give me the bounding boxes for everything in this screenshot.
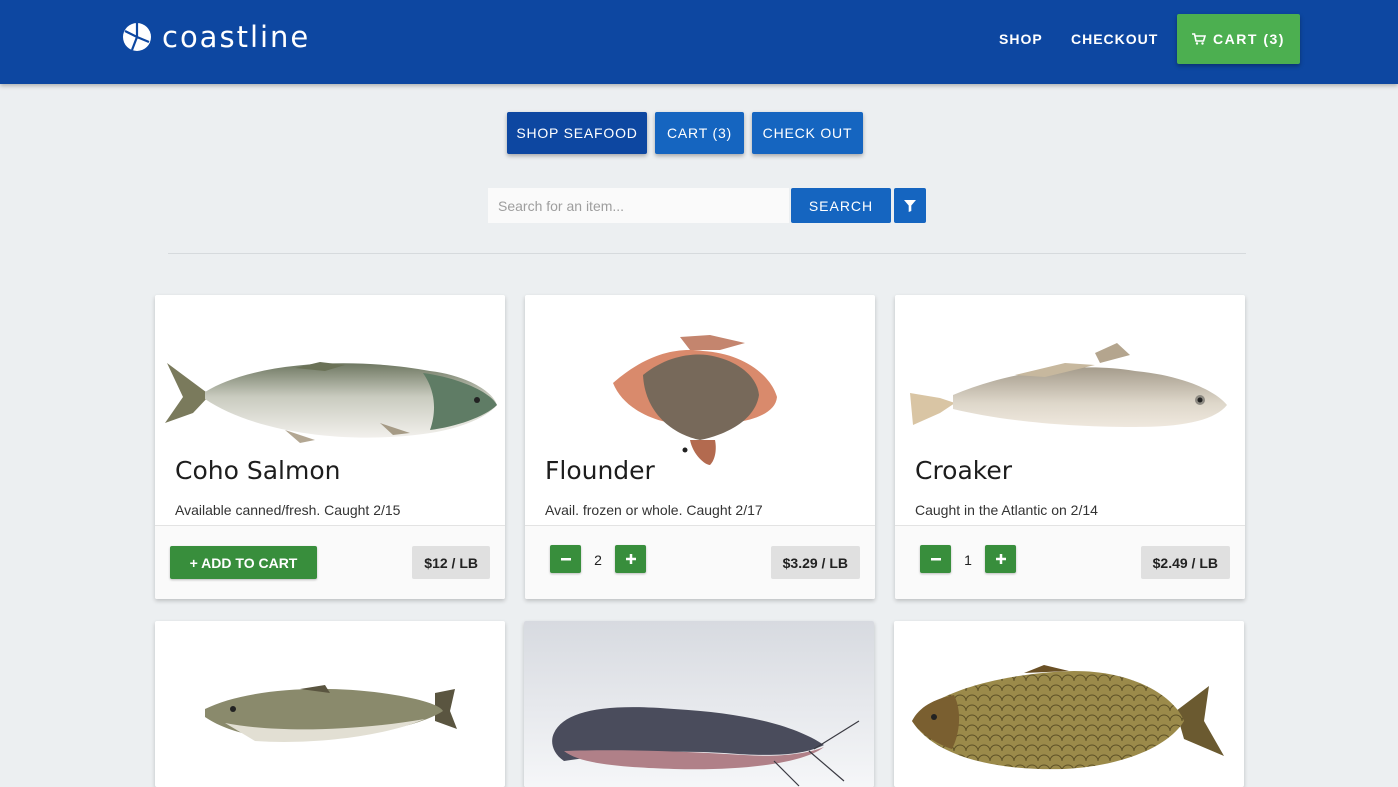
decrease-quantity-button[interactable] <box>550 545 581 573</box>
product-card <box>524 621 874 787</box>
salmon-image <box>165 362 497 443</box>
increase-quantity-button[interactable] <box>985 545 1016 573</box>
price-badge: $2.49 / LB <box>1140 546 1230 579</box>
increase-quantity-button[interactable] <box>615 545 646 573</box>
shop-seafood-button[interactable]: SHOP SEAFOOD <box>507 112 647 154</box>
price-badge: $3.29 / LB <box>770 546 860 579</box>
cart-icon <box>1192 33 1207 45</box>
product-card <box>894 621 1244 787</box>
product-name: Croaker <box>915 456 1013 485</box>
card-footer: + ADD TO CART $12 / LB <box>155 525 505 599</box>
product-card <box>155 621 505 787</box>
quantity-value: 1 <box>964 552 972 568</box>
section-divider <box>168 253 1246 254</box>
plus-icon <box>625 554 636 564</box>
filter-button[interactable] <box>894 188 926 223</box>
brand-name: coastline <box>162 20 311 54</box>
search-button[interactable]: SEARCH <box>791 188 891 223</box>
nav-checkout-link[interactable]: CHECKOUT <box>1071 31 1158 47</box>
nav-cart-button[interactable]: CART (3) <box>1177 14 1300 64</box>
nav-cart-label: CART (3) <box>1213 31 1285 47</box>
cart-button[interactable]: CART (3) <box>655 112 744 154</box>
flounder-image <box>613 335 777 465</box>
minus-icon <box>560 558 571 561</box>
product-description: Caught in the Atlantic on 2/14 <box>915 502 1098 518</box>
minus-icon <box>930 558 941 561</box>
logo-mark-icon <box>123 23 151 51</box>
filter-icon <box>904 199 916 212</box>
product-card: Flounder Avail. frozen or whole. Caught … <box>525 295 875 599</box>
carp-image <box>912 665 1224 770</box>
product-description: Avail. frozen or whole. Caught 2/17 <box>545 502 763 518</box>
search-input[interactable] <box>488 188 789 223</box>
catfish-image <box>524 621 874 787</box>
card-footer: 1 $2.49 / LB <box>895 525 1245 599</box>
card-footer: 2 $3.29 / LB <box>525 525 875 599</box>
decrease-quantity-button[interactable] <box>920 545 951 573</box>
croaker-image <box>910 343 1227 427</box>
top-navbar: coastline SHOP CHECKOUT CART (3) <box>0 0 1398 84</box>
brand-logo[interactable]: coastline <box>122 20 310 54</box>
price-badge: $12 / LB <box>412 546 490 579</box>
product-name: Flounder <box>545 456 655 485</box>
quantity-value: 2 <box>594 552 602 568</box>
product-card: Coho Salmon Available canned/fresh. Caug… <box>155 295 505 599</box>
nav-shop-link[interactable]: SHOP <box>999 31 1043 47</box>
product-name: Coho Salmon <box>175 456 341 485</box>
check-out-button[interactable]: CHECK OUT <box>752 112 863 154</box>
product-description: Available canned/fresh. Caught 2/15 <box>175 502 401 518</box>
plus-icon <box>995 554 1006 564</box>
add-to-cart-button[interactable]: + ADD TO CART <box>170 546 317 579</box>
product-card: Croaker Caught in the Atlantic on 2/14 1… <box>895 295 1245 599</box>
cod-image <box>205 685 457 742</box>
